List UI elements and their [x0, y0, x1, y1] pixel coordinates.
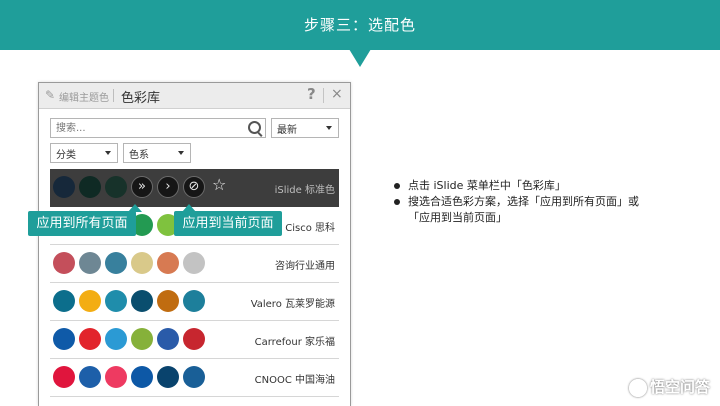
color-swatch: [131, 366, 153, 388]
slide-title: 步骤三：选配色: [303, 16, 416, 34]
color-swatch: [53, 176, 75, 198]
chevron-down-icon: [326, 126, 332, 130]
tab-color-library[interactable]: 色彩库: [121, 87, 160, 106]
chevron-down-icon: [178, 151, 184, 155]
palette-name: Cisco 思科: [285, 223, 335, 234]
color-swatch: [131, 252, 153, 274]
palette-row-islide[interactable]: » › ⊘ ☆ iSlide 标准色: [50, 169, 339, 207]
color-swatch: [53, 366, 75, 388]
color-swatch: [53, 328, 75, 350]
apply-to-all-pages-button[interactable]: »: [131, 176, 153, 198]
watermark: 悟空问答: [628, 376, 710, 397]
sort-select[interactable]: 最新: [271, 118, 339, 138]
palette-name: CNOOC 中国海油: [254, 375, 335, 386]
category-filter-value: 分类: [56, 150, 76, 161]
color-swatch: [157, 290, 179, 312]
color-swatch: [157, 328, 179, 350]
search-box: [50, 118, 266, 138]
color-family-filter-value: 色系: [129, 150, 149, 161]
color-swatch: [183, 328, 205, 350]
pencil-icon: ✎: [45, 88, 56, 102]
callout-arrow: [182, 204, 196, 212]
color-swatch: [157, 366, 179, 388]
palette-row-carrefour[interactable]: Carrefour 家乐福: [50, 321, 339, 359]
color-swatch: [105, 176, 127, 198]
wukong-logo-icon: [628, 378, 647, 397]
search-input[interactable]: [51, 119, 246, 137]
palette-name: iSlide 标准色: [274, 185, 335, 196]
titlebar-divider: [323, 88, 324, 103]
category-filter-select[interactable]: 分类: [50, 143, 118, 163]
color-swatch: [157, 252, 179, 274]
palette-name: Carrefour 家乐福: [254, 337, 335, 348]
sort-select-value: 最新: [277, 125, 297, 136]
instruction-text-continued: 「应用到当前页面」: [408, 211, 507, 224]
tab-divider: [113, 89, 114, 102]
color-swatch: [105, 366, 127, 388]
color-swatch: [79, 176, 101, 198]
color-swatch: [79, 366, 101, 388]
callout-apply-all-label: 应用到所有页面: [36, 216, 128, 231]
color-swatch: [105, 252, 127, 274]
instruction-text: 搜选合适色彩方案，选择「应用到所有页面」或: [408, 195, 639, 208]
color-swatch: [183, 366, 205, 388]
callout-apply-current-page: 应用到当前页面: [174, 204, 282, 236]
color-swatch: [79, 328, 101, 350]
color-family-filter-select[interactable]: 色系: [123, 143, 191, 163]
help-icon[interactable]: ?: [307, 85, 316, 103]
palette-row-consulting[interactable]: 咨询行业通用: [50, 245, 339, 283]
color-swatch: [53, 252, 75, 274]
color-library-panel: ✎ 编辑主题色 色彩库 ? × 最新 分类 色系 » › ⊘ ☆ iSlide …: [38, 82, 351, 406]
palette-row-cnooc[interactable]: CNOOC 中国海油: [50, 359, 339, 397]
watermark-text: 悟空问答: [649, 378, 710, 396]
instruction-text: 点击 iSlide 菜单栏中「色彩库」: [408, 179, 566, 192]
palette-row-valero[interactable]: Valero 瓦莱罗能源: [50, 283, 339, 321]
color-swatch: [79, 290, 101, 312]
palette-name: 咨询行业通用: [275, 261, 335, 272]
color-swatch: [183, 252, 205, 274]
color-swatch: [105, 290, 127, 312]
color-swatch: [105, 328, 127, 350]
palette-name: Valero 瓦莱罗能源: [250, 299, 335, 310]
link-icon[interactable]: ⊘: [183, 176, 205, 198]
bullet-dot: [394, 199, 400, 205]
color-swatch: [53, 290, 75, 312]
color-swatch: [131, 290, 153, 312]
instruction-item: 搜选合适色彩方案，选择「应用到所有页面」或: [394, 194, 694, 210]
close-icon[interactable]: ×: [331, 86, 343, 102]
search-icon[interactable]: [248, 121, 261, 134]
color-swatch: [131, 328, 153, 350]
instruction-item: 点击 iSlide 菜单栏中「色彩库」: [394, 178, 694, 194]
apply-to-current-page-button[interactable]: ›: [157, 176, 179, 198]
callout-apply-current-label: 应用到当前页面: [182, 216, 274, 231]
panel-titlebar: ✎ 编辑主题色 色彩库 ? ×: [39, 83, 350, 109]
tab-edit-theme-color[interactable]: 编辑主题色: [59, 89, 109, 104]
chevron-down-icon: [105, 151, 111, 155]
instruction-list: 点击 iSlide 菜单栏中「色彩库」 搜选合适色彩方案，选择「应用到所有页面」…: [394, 178, 694, 226]
callout-apply-all-pages: 应用到所有页面: [28, 204, 142, 236]
color-swatch: [183, 290, 205, 312]
star-icon[interactable]: ☆: [212, 175, 226, 194]
header-notch: [349, 49, 371, 67]
color-swatch: [79, 252, 101, 274]
bullet-dot: [394, 183, 400, 189]
callout-arrow: [128, 204, 142, 212]
